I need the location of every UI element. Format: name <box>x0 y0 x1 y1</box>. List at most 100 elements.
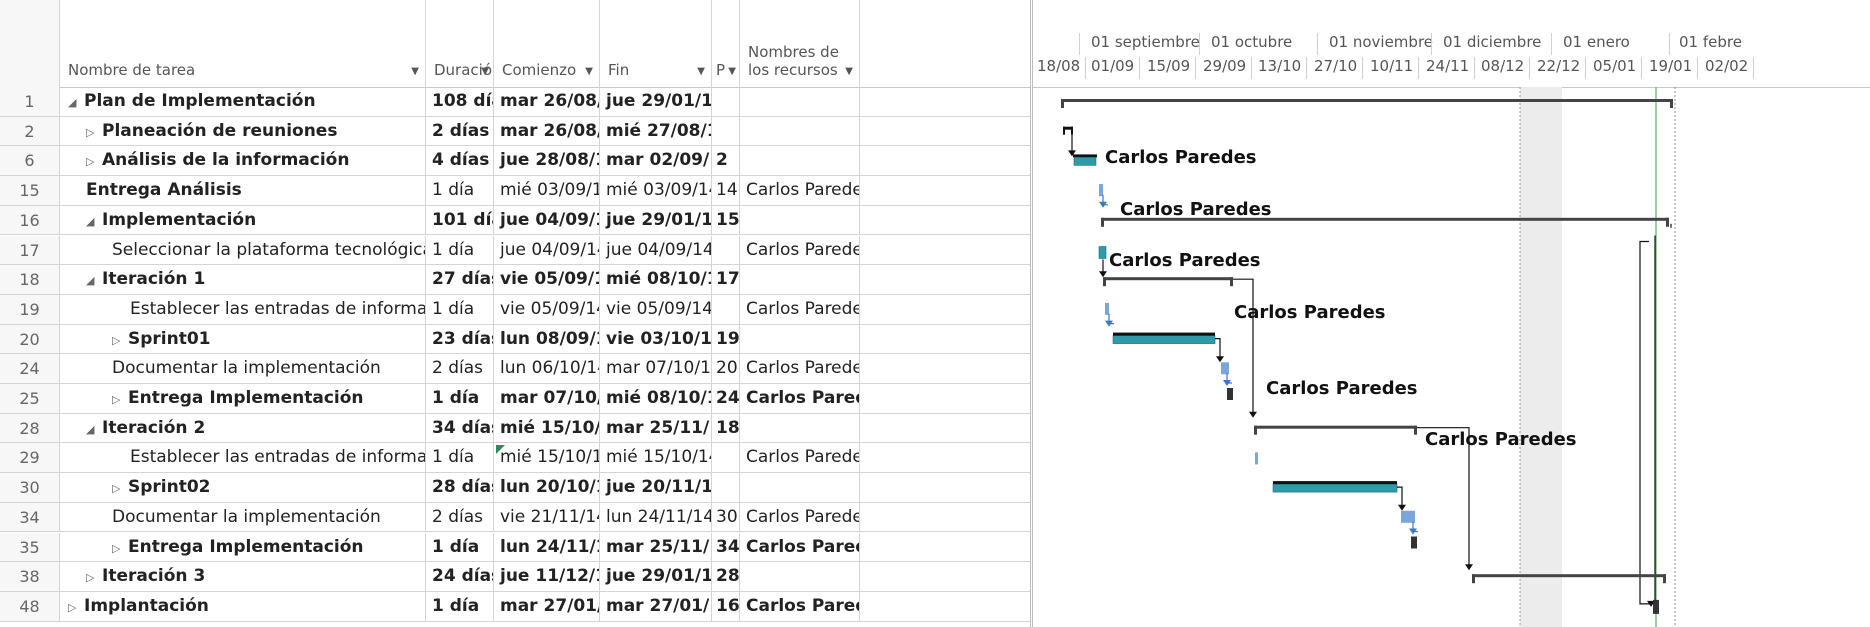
finish-cell[interactable]: jue 20/11/14 <box>600 473 712 502</box>
chevron-down-icon[interactable]: ▼ <box>697 66 705 77</box>
task-name-cell[interactable]: ◢ Implementación <box>60 205 426 235</box>
duration-cell[interactable]: 1 día <box>426 235 494 265</box>
start-cell[interactable]: mié 15/10/14 <box>494 413 600 443</box>
task-name-cell[interactable]: ▷ Planeación de reuniones <box>60 116 426 146</box>
finish-cell[interactable]: jue 04/09/14 <box>600 235 712 265</box>
task-name-cell[interactable]: ▷ Entrega Implementación <box>60 532 426 562</box>
collapse-icon[interactable]: ◢ <box>86 266 102 294</box>
start-cell[interactable]: jue 04/09/14 <box>494 205 600 235</box>
duration-cell[interactable]: 28 días <box>426 473 494 502</box>
start-cell[interactable]: lun 06/10/14 <box>494 354 600 383</box>
table-row[interactable]: 6 ▷ Análisis de la información 4 días jue 28… <box>0 146 1030 177</box>
finish-cell[interactable]: mar 25/11/14 <box>600 532 712 562</box>
table-row[interactable]: 16◢Implementación101 díasjue 04/09/14jue… <box>0 205 1030 236</box>
predecessors-cell[interactable] <box>712 87 740 116</box>
task-name-cell[interactable]: Seleccionar la plataforma tecnológica <box>60 235 426 265</box>
duration-cell[interactable]: 4 días <box>426 146 494 176</box>
task-name-cell[interactable]: ▷ Sprint02 <box>60 473 426 502</box>
table-row[interactable]: 28◢Iteración 234 díasmié 15/10/14mar 25/… <box>0 413 1030 444</box>
expand-icon[interactable]: ▷ <box>86 147 102 175</box>
table-row[interactable]: 19 Establecer las entradas de informacion… <box>0 294 1030 325</box>
resources-cell[interactable]: Carlos Paredes <box>740 591 860 621</box>
chevron-down-icon[interactable]: ▼ <box>585 66 593 77</box>
task-name-cell[interactable]: ▷ Entrega Implementación <box>60 384 426 413</box>
duration-cell[interactable]: 1 día <box>426 176 494 205</box>
task-name-cell[interactable]: Establecer las entradas de informacion <box>60 443 426 473</box>
finish-cell[interactable]: mar 25/11/14 <box>600 413 712 443</box>
expand-icon[interactable]: ▷ <box>86 563 102 591</box>
resources-cell[interactable] <box>740 324 860 354</box>
start-cell[interactable]: mar 26/08/14 <box>494 87 600 116</box>
finish-cell[interactable]: vie 03/10/14 <box>600 324 712 354</box>
start-cell[interactable]: mar 26/08/14 <box>494 116 600 146</box>
duration-cell[interactable]: 2 días <box>426 354 494 383</box>
finish-cell[interactable]: jue 29/01/15 <box>600 562 712 591</box>
expand-icon[interactable]: ▷ <box>112 474 128 502</box>
start-cell[interactable]: lun 24/11/14 <box>494 532 600 562</box>
predecessors-cell[interactable]: 28 <box>712 562 740 591</box>
predecessors-cell[interactable]: 20 <box>712 354 740 383</box>
table-row[interactable]: 18◢Iteración 127 díasvie 05/09/14mié 08/… <box>0 265 1030 295</box>
finish-cell[interactable]: mié 08/10/14 <box>600 384 712 413</box>
finish-header[interactable]: Fin ▼ <box>600 0 712 87</box>
task-name-cell[interactable]: ▷ Implantación <box>60 591 426 621</box>
predecessors-header[interactable]: P ▼ <box>712 0 740 87</box>
task-name-cell[interactable]: ▷ Análisis de la información <box>60 146 426 176</box>
start-cell[interactable]: jue 28/08/14 <box>494 146 600 176</box>
table-row[interactable]: 25▷Entrega Implementación1 díamar 07/10/… <box>0 384 1030 414</box>
duration-cell[interactable]: 108 días <box>426 87 494 116</box>
table-row[interactable]: 2 ▷ Planeación de reuniones 2 días mar 26/08… <box>0 116 1030 147</box>
predecessors-cell[interactable]: 24 <box>712 384 740 413</box>
start-cell[interactable]: vie 05/09/14 <box>494 294 600 324</box>
duration-cell[interactable]: 1 día <box>426 384 494 413</box>
finish-cell[interactable]: jue 29/01/15 <box>600 205 712 235</box>
expand-icon[interactable]: ▷ <box>86 118 102 146</box>
table-row[interactable]: 48▷Implantación1 díamar 27/01/15mar 27/0… <box>0 591 1030 622</box>
duration-cell[interactable]: 1 día <box>426 532 494 562</box>
resources-cell[interactable]: Carlos Paredes <box>740 176 860 205</box>
chevron-down-icon[interactable]: ▼ <box>411 66 419 77</box>
predecessors-cell[interactable] <box>712 443 740 473</box>
resources-cell[interactable]: Carlos Paredes <box>740 235 860 265</box>
start-cell[interactable]: jue 04/09/14 <box>494 235 600 265</box>
start-cell[interactable]: mar 07/10/14 <box>494 384 600 413</box>
predecessors-cell[interactable]: 2 <box>712 146 740 176</box>
resources-cell[interactable] <box>740 265 860 294</box>
resources-cell[interactable] <box>740 205 860 235</box>
table-row[interactable]: 17 Seleccionar la plataforma tecnológica 1… <box>0 235 1030 266</box>
predecessors-cell[interactable] <box>712 473 740 502</box>
expand-icon[interactable]: ▷ <box>112 534 128 562</box>
predecessors-cell[interactable]: 30 <box>712 502 740 532</box>
finish-cell[interactable]: lun 24/11/14 <box>600 502 712 532</box>
chevron-down-icon[interactable]: ▼ <box>728 66 736 77</box>
chevron-down-icon[interactable]: ▼ <box>481 66 489 77</box>
predecessors-cell[interactable]: 15 <box>712 205 740 235</box>
duration-header[interactable]: Duració ▼ <box>426 0 494 87</box>
predecessors-cell[interactable]: 17 <box>712 265 740 294</box>
duration-cell[interactable]: 34 días <box>426 413 494 443</box>
resources-cell[interactable]: Carlos Paredes <box>740 354 860 383</box>
expand-icon[interactable]: ▷ <box>112 326 128 354</box>
duration-cell[interactable]: 24 días <box>426 562 494 591</box>
task-name-header[interactable]: Nombre de tarea ▼ <box>60 0 426 87</box>
chevron-down-icon[interactable]: ▼ <box>845 66 853 77</box>
resources-cell[interactable]: Carlos Paredes <box>740 502 860 532</box>
task-name-cell[interactable]: ◢ Iteración 2 <box>60 413 426 443</box>
resources-cell[interactable] <box>740 413 860 443</box>
predecessors-cell[interactable] <box>712 235 740 265</box>
start-cell[interactable]: lun 20/10/14 <box>494 473 600 502</box>
table-row[interactable]: 34 Documentar la implementación 2 días vie … <box>0 502 1030 533</box>
task-name-cell[interactable]: Entrega Análisis <box>60 176 426 205</box>
predecessors-cell[interactable] <box>712 116 740 146</box>
finish-cell[interactable]: mar 02/09/14 <box>600 146 712 176</box>
task-name-cell[interactable]: Documentar la implementación <box>60 354 426 383</box>
table-row[interactable]: 29 Establecer las entradas de informacion… <box>0 443 1030 474</box>
predecessors-cell[interactable]: 18 <box>712 413 740 443</box>
task-name-cell[interactable]: Establecer las entradas de informacion <box>60 294 426 324</box>
resources-header[interactable]: Nombres de los recursos ▼ <box>740 0 860 87</box>
duration-cell[interactable]: 27 días <box>426 265 494 294</box>
task-name-cell[interactable]: ◢ Plan de Implementación <box>60 87 426 116</box>
duration-cell[interactable]: 101 días <box>426 205 494 235</box>
duration-cell[interactable]: 2 días <box>426 116 494 146</box>
start-cell[interactable]: vie 21/11/14 <box>494 502 600 532</box>
